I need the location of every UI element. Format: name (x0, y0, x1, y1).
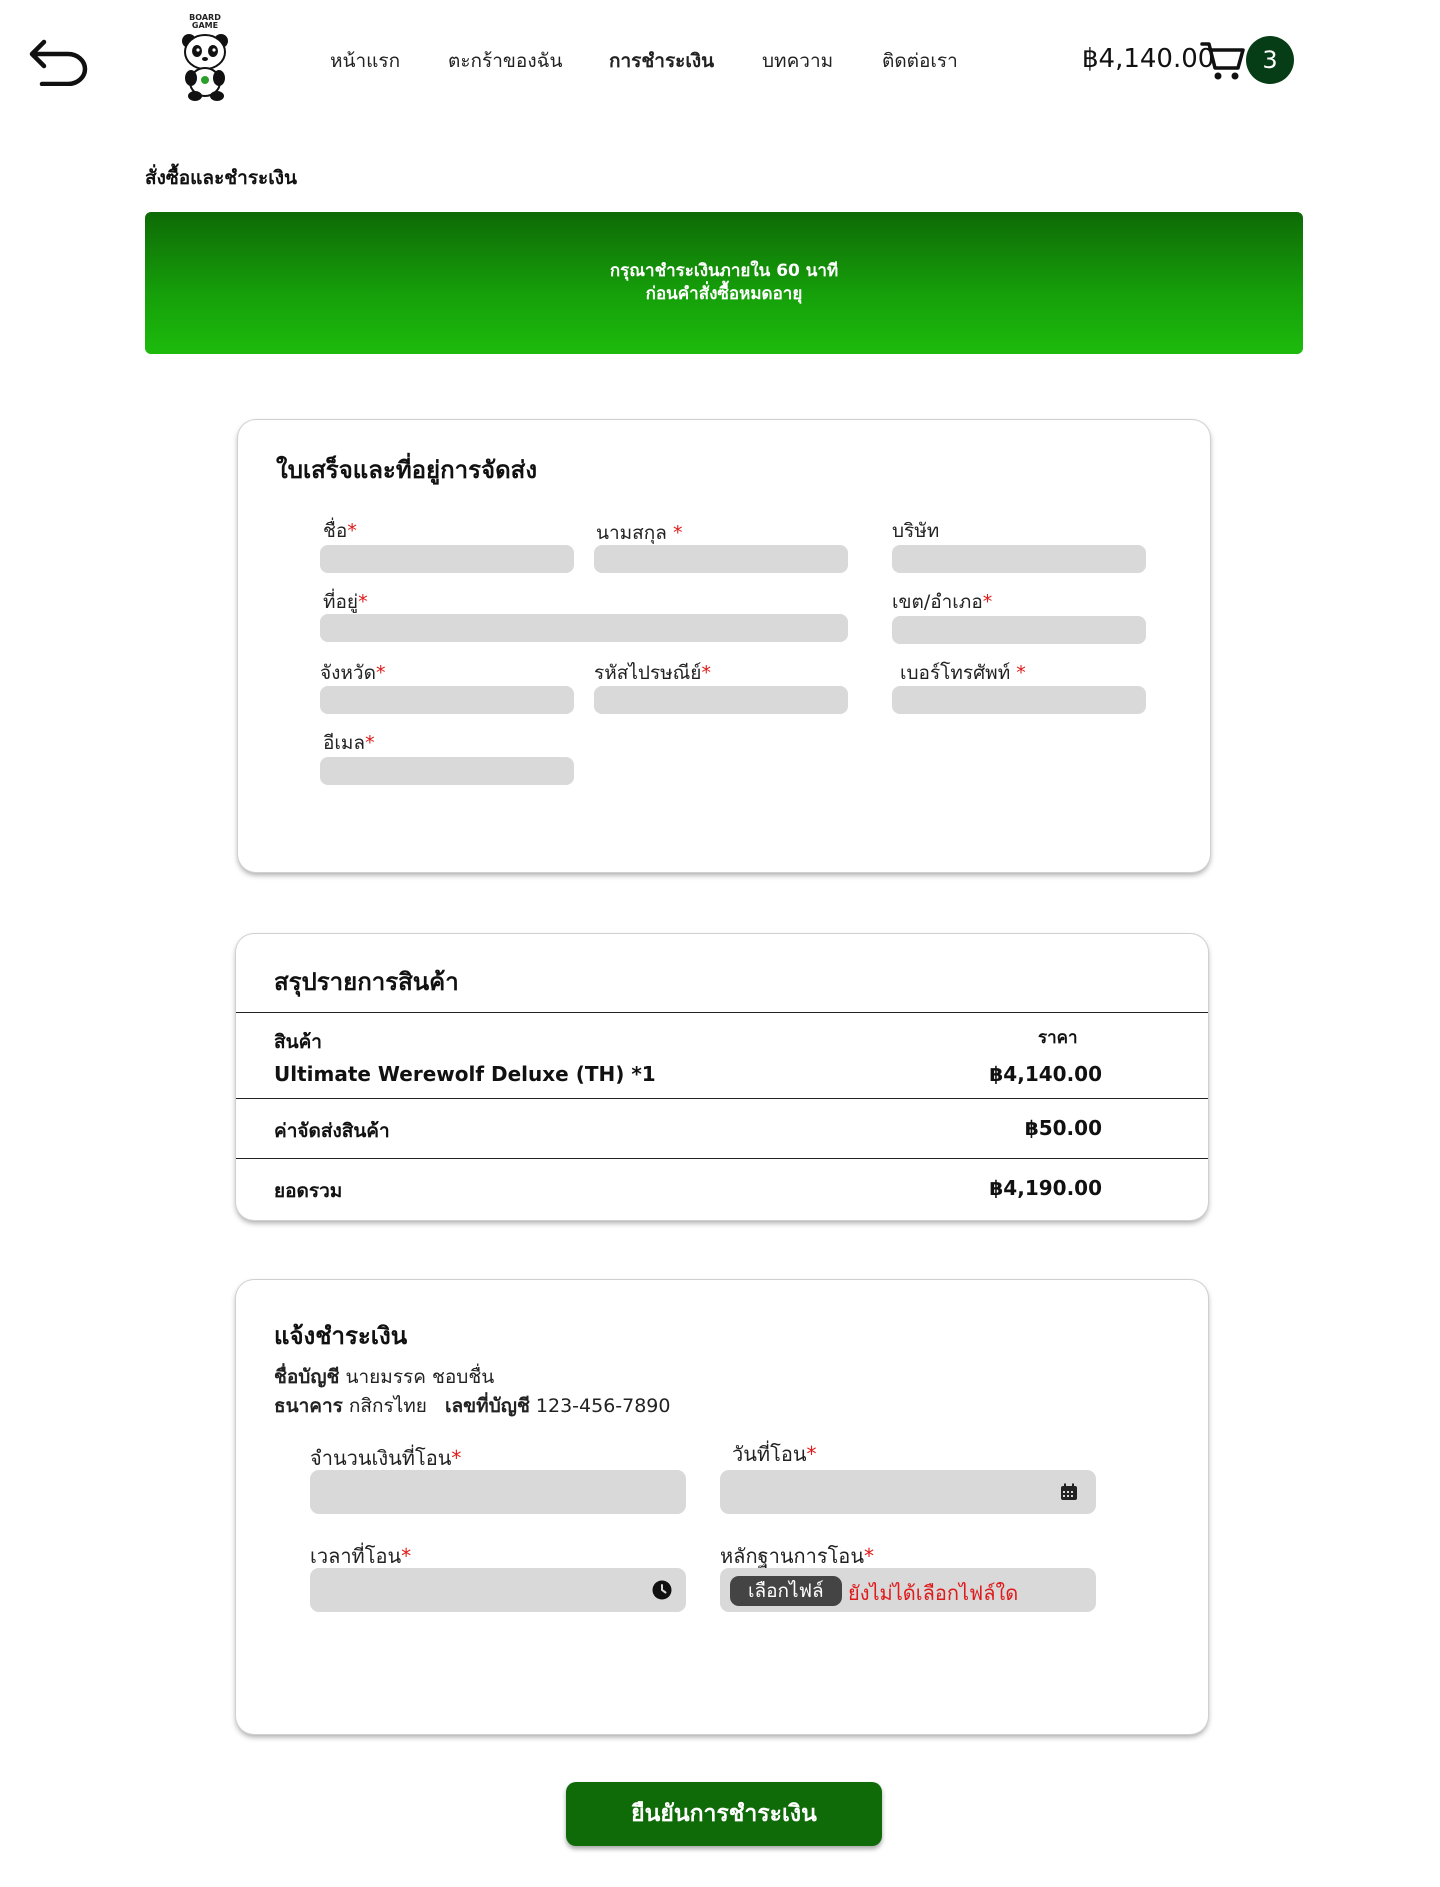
billing-card: ใบเสร็จและที่อยู่การจัดส่ง ชื่อ* นามสกุล… (238, 420, 1210, 872)
address-label: ที่อยู่* (323, 591, 368, 613)
province-field[interactable] (320, 686, 574, 714)
nav-my-cart[interactable]: ตะกร้าของฉัน (448, 46, 563, 76)
transfer-date-field[interactable] (720, 1470, 1096, 1514)
transfer-date-label: วันที่โอน* (732, 1442, 817, 1466)
bank-row: ธนาคาร กสิกรไทย เลขที่บัญชี 123-456-7890 (274, 1395, 671, 1417)
banner-line-2: ก่อนคำสั่งซื้อหมดอายุ (645, 284, 803, 304)
confirm-payment-button[interactable]: ยืนยันการชำระเงิน (566, 1782, 882, 1846)
shipping-price: ฿50.00 (1024, 1116, 1102, 1140)
product-column-header: สินค้า (274, 1031, 322, 1053)
first-name-field[interactable] (320, 545, 574, 573)
shipping-label: ค่าจัดส่งสินค้า (274, 1120, 390, 1142)
clock-icon[interactable] (652, 1580, 672, 1600)
email-field[interactable] (320, 757, 574, 785)
nav-contact[interactable]: ติดต่อเรา (882, 46, 958, 76)
order-summary-card: สรุปรายการสินค้า สินค้า ราคา Ultimate We… (236, 934, 1208, 1220)
postal-code-label: รหัสไปรษณีย์* (594, 662, 711, 684)
cart-total: ฿4,140.00 (1082, 44, 1215, 74)
header: BOARD GAME หน้าแรก ตะกร้าของฉัน การชำระเ… (0, 0, 1440, 120)
page-title: สั่งซื้อและชำระเงิน (145, 167, 298, 189)
company-label: บริษัท (892, 520, 940, 542)
cart-count-badge[interactable]: 3 (1246, 36, 1294, 84)
back-arrow-icon[interactable] (28, 34, 90, 86)
price-column-header: ราคา (1038, 1028, 1078, 1048)
item-price: ฿4,140.00 (989, 1062, 1102, 1086)
company-field[interactable] (892, 545, 1146, 573)
banner-line-1: กรุณาชำระเงินภายใน 60 นาที (609, 261, 839, 281)
billing-title: ใบเสร็จและที่อยู่การจัดส่ง (276, 456, 538, 484)
logo[interactable]: BOARD GAME (170, 14, 240, 104)
summary-divider (236, 1012, 1208, 1013)
payment-deadline-banner: กรุณาชำระเงินภายใน 60 นาที ก่อนคำสั่งซื้… (145, 212, 1303, 354)
item-name: Ultimate Werewolf Deluxe (TH) *1 (274, 1062, 656, 1086)
transfer-amount-field[interactable] (310, 1470, 686, 1514)
province-label: จังหวัด* (320, 662, 386, 684)
nav-payment[interactable]: การชำระเงิน (609, 46, 714, 76)
panda-icon (182, 34, 228, 101)
email-label: อีเมล* (323, 732, 375, 754)
last-name-label: นามสกุล * (596, 522, 683, 544)
summary-divider (236, 1158, 1208, 1159)
summary-title: สรุปรายการสินค้า (274, 968, 459, 996)
postal-code-field[interactable] (594, 686, 848, 714)
calendar-icon[interactable] (1060, 1483, 1078, 1501)
district-field[interactable] (892, 616, 1146, 644)
transfer-time-field[interactable] (310, 1568, 686, 1612)
account-name-row: ชื่อบัญชี นายมรรค ชอบชื่น (274, 1366, 495, 1388)
file-status-text: ยังไม่ได้เลือกไฟล์ใด (848, 1581, 1019, 1605)
phone-label: เบอร์โทรศัพท์ * (900, 662, 1026, 684)
nav-home[interactable]: หน้าแรก (330, 46, 400, 76)
first-name-label: ชื่อ* (323, 520, 357, 542)
last-name-field[interactable] (594, 545, 848, 573)
district-label: เขต/อำเภอ* (892, 591, 993, 613)
nav-articles[interactable]: บทความ (762, 46, 833, 76)
choose-file-button[interactable]: เลือกไฟล์ (730, 1576, 842, 1606)
payment-title: แจ้งชำระเงิน (274, 1322, 408, 1350)
total-price: ฿4,190.00 (989, 1176, 1102, 1200)
cart-icon[interactable] (1200, 40, 1246, 82)
summary-divider (236, 1098, 1208, 1099)
total-label: ยอดรวม (274, 1180, 343, 1202)
phone-field[interactable] (892, 686, 1146, 714)
transfer-proof-upload[interactable]: เลือกไฟล์ ยังไม่ได้เลือกไฟล์ใด (720, 1568, 1096, 1612)
payment-card: แจ้งชำระเงิน ชื่อบัญชี นายมรรค ชอบชื่น ธ… (236, 1280, 1208, 1734)
address-field[interactable] (320, 614, 848, 642)
